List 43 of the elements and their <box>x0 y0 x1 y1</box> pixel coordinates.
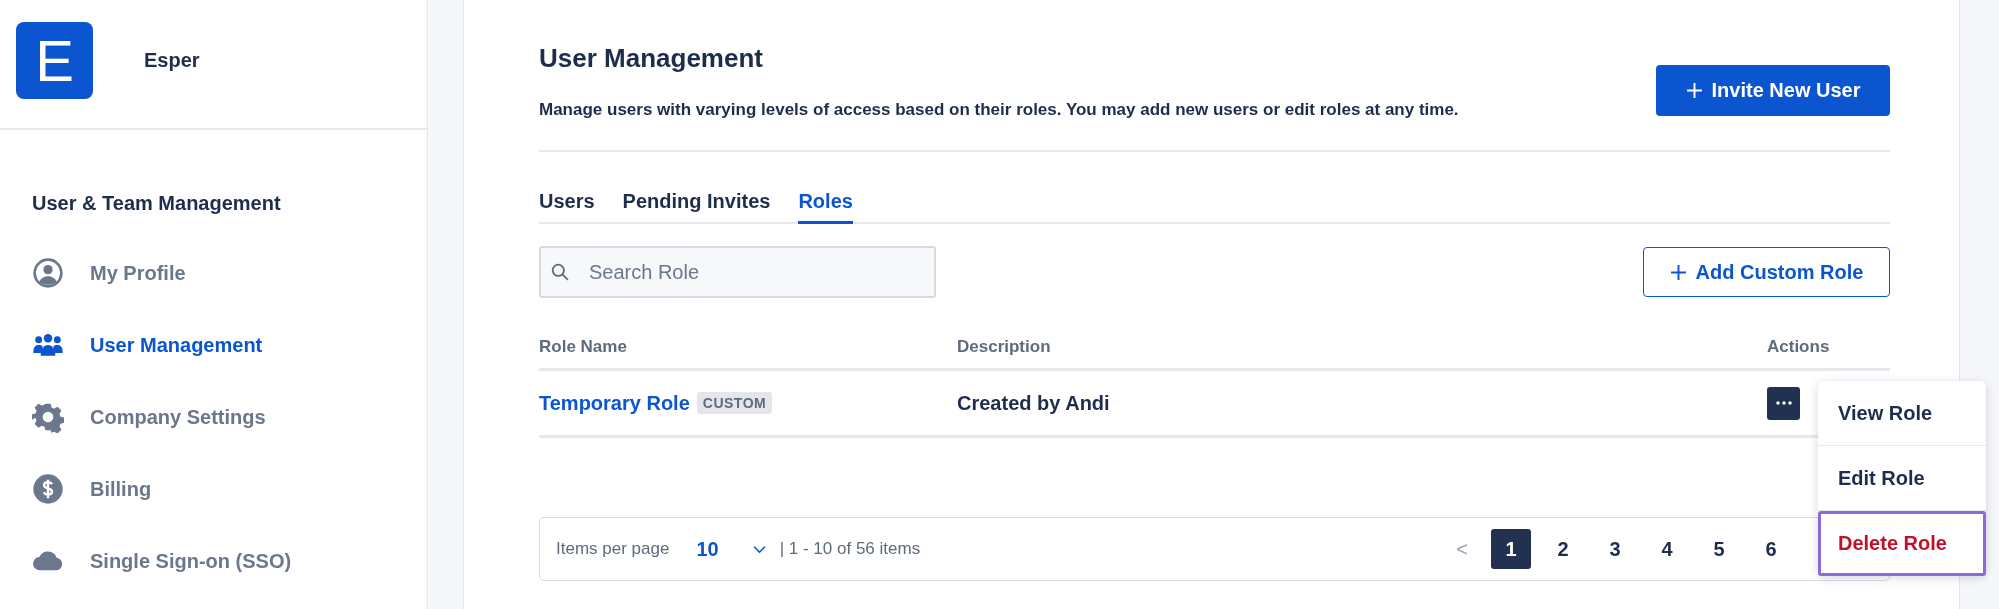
menu-item[interactable]: Edit Role <box>1818 446 1986 511</box>
tab[interactable]: Pending Invites <box>622 182 771 224</box>
ellipsis-icon <box>1775 401 1792 405</box>
search-icon <box>551 263 569 281</box>
nav-item[interactable]: User Management <box>32 309 427 381</box>
nav-item[interactable]: Company Settings <box>32 381 427 453</box>
nav-item[interactable]: Billing <box>32 453 427 525</box>
plus-icon <box>1685 82 1703 99</box>
page-button[interactable]: 1 <box>1491 529 1531 569</box>
role-name-link[interactable]: Temporary Role <box>539 391 690 415</box>
profile-icon <box>32 257 64 289</box>
section-title: User & Team Management <box>32 192 282 215</box>
column-header: Description <box>957 337 1052 357</box>
org-name: Esper <box>144 48 200 72</box>
column-header: Role Name <box>539 337 628 357</box>
page-button[interactable]: 2 <box>1543 529 1583 569</box>
invite-button[interactable]: Invite New User <box>1656 65 1890 116</box>
chevron-down-icon <box>752 544 766 554</box>
page-button[interactable]: 6 <box>1751 529 1791 569</box>
settings-icon <box>32 401 64 433</box>
items-per-page-label: Items per page <box>556 539 670 559</box>
nav-item[interactable]: Single Sign-on (SSO) <box>32 525 427 597</box>
role-tag: CUSTOM <box>696 392 773 414</box>
logo: E <box>16 21 93 99</box>
page-description: Manage users with varying levels of access based on their roles. You may add new users or edit roles at any time. <box>539 100 1459 120</box>
page-button[interactable]: 5 <box>1699 529 1739 569</box>
dollar-icon <box>32 473 64 505</box>
nav-item[interactable]: My Profile <box>32 237 427 309</box>
item-range: | 1 - 10 of 56 items <box>779 539 921 559</box>
more-button[interactable] <box>1767 386 1800 420</box>
table-cell-text: Created by Andi <box>957 391 1111 415</box>
add-custom-role-button[interactable]: Add Custom Role <box>1643 247 1890 297</box>
page-title: User Management <box>539 43 764 74</box>
menu-item[interactable]: View Role <box>1818 381 1986 446</box>
column-header: Actions <box>1767 337 1831 357</box>
search-field[interactable]: Search Role <box>539 246 936 298</box>
page-button[interactable]: 4 <box>1647 529 1687 569</box>
plus-icon <box>1669 263 1687 281</box>
page-button[interactable]: 3 <box>1595 529 1635 569</box>
menu-item[interactable]: Delete Role <box>1818 511 1986 576</box>
page-size-select[interactable]: 10 <box>696 537 766 561</box>
tab[interactable]: Users <box>539 182 595 224</box>
tab[interactable]: Roles <box>798 182 853 224</box>
